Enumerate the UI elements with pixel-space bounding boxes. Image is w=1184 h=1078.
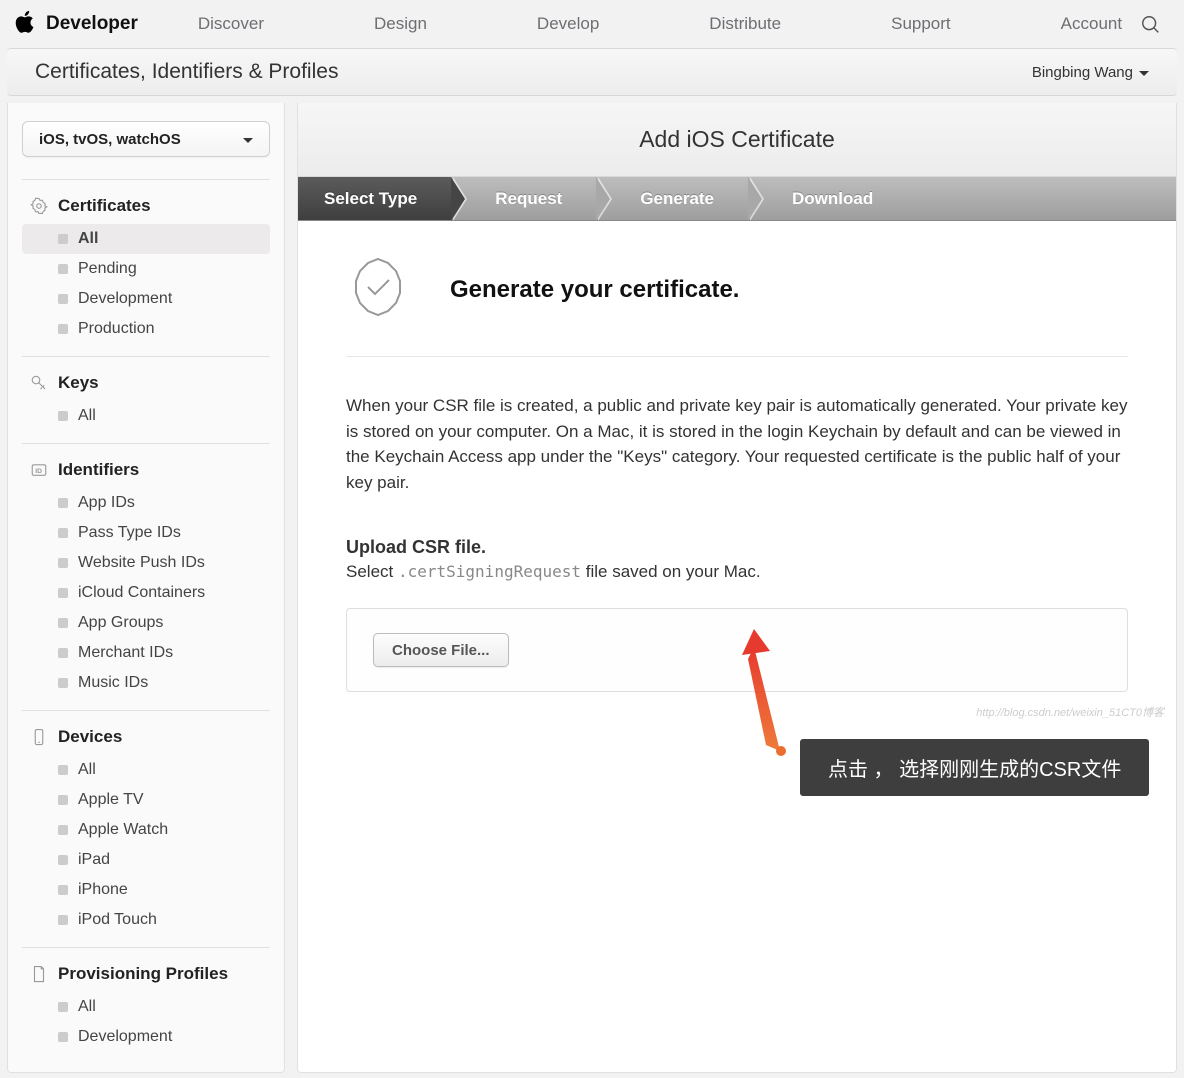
- sidebar-item-ipod-touch[interactable]: iPod Touch: [22, 905, 270, 935]
- sidebar-item-cert-development[interactable]: Development: [22, 284, 270, 314]
- apple-logo-icon: [8, 9, 46, 40]
- section-certificates: Certificates All Pending Development Pro…: [22, 179, 270, 344]
- watermark-text: http://blog.csdn.net/weixin_51CT0博客: [976, 704, 1164, 720]
- step-request[interactable]: Request: [451, 177, 596, 220]
- step-download[interactable]: Download: [748, 177, 907, 220]
- platform-select[interactable]: iOS, tvOS, watchOS: [22, 121, 270, 157]
- nav-design[interactable]: Design: [374, 14, 427, 34]
- section-head-devices: Devices: [22, 723, 270, 751]
- sidebar-item-cert-pending[interactable]: Pending: [22, 254, 270, 284]
- main-title: Add iOS Certificate: [639, 126, 835, 153]
- sidebar-item-app-groups[interactable]: App Groups: [22, 608, 270, 638]
- wizard-steps: Select Type Request Generate Download: [298, 177, 1176, 221]
- sidebar-item-keys-all[interactable]: All: [22, 401, 270, 431]
- platform-label: iOS, tvOS, watchOS: [39, 131, 181, 148]
- key-icon: [30, 374, 48, 392]
- sidebar-item-iphone[interactable]: iPhone: [22, 875, 270, 905]
- sidebar-item-prov-development[interactable]: Development: [22, 1022, 270, 1052]
- upload-title: Upload CSR file.: [346, 537, 1128, 558]
- main-title-bar: Add iOS Certificate: [298, 103, 1176, 177]
- content-heading: Generate your certificate.: [450, 276, 739, 304]
- nav-discover[interactable]: Discover: [198, 14, 264, 34]
- nav-account[interactable]: Account: [1061, 14, 1122, 34]
- subheader: Certificates, Identifiers & Profiles Bin…: [7, 48, 1177, 96]
- section-head-identifiers: ID Identifiers: [22, 456, 270, 484]
- sidebar-item-apple-tv[interactable]: Apple TV: [22, 785, 270, 815]
- id-icon: ID: [30, 461, 48, 479]
- chevron-down-icon: [1139, 64, 1149, 81]
- profile-icon: [30, 965, 48, 983]
- nav-develop[interactable]: Develop: [537, 14, 599, 34]
- main-panel: Add iOS Certificate Select Type Request …: [297, 103, 1177, 1073]
- user-name: Bingbing Wang: [1032, 64, 1133, 81]
- section-keys: Keys All: [22, 356, 270, 431]
- gear-icon: [30, 197, 48, 215]
- page-title: Certificates, Identifiers & Profiles: [35, 60, 338, 84]
- section-head-certificates: Certificates: [22, 192, 270, 220]
- section-identifiers: ID Identifiers App IDs Pass Type IDs Web…: [22, 443, 270, 698]
- sidebar-item-ipad[interactable]: iPad: [22, 845, 270, 875]
- svg-text:ID: ID: [35, 468, 42, 475]
- brand-label: Developer: [46, 13, 138, 35]
- section-provisioning: Provisioning Profiles All Development: [22, 947, 270, 1052]
- top-nav: Developer Discover Design Develop Distri…: [0, 0, 1184, 48]
- section-devices: Devices All Apple TV Apple Watch iPad iP…: [22, 710, 270, 935]
- sidebar-item-cert-all[interactable]: All: [22, 224, 270, 254]
- callout-dot-icon: [776, 746, 786, 756]
- sidebar-item-website-push-ids[interactable]: Website Push IDs: [22, 548, 270, 578]
- sidebar-item-icloud-containers[interactable]: iCloud Containers: [22, 578, 270, 608]
- section-head-keys: Keys: [22, 369, 270, 397]
- sidebar-item-cert-production[interactable]: Production: [22, 314, 270, 344]
- sidebar-item-music-ids[interactable]: Music IDs: [22, 668, 270, 698]
- device-icon: [30, 728, 48, 746]
- upload-description: Select .certSigningRequest file saved on…: [346, 562, 1128, 582]
- annotation-callout: 点击 ， 选择刚刚生成的CSR文件: [800, 739, 1149, 796]
- certificate-badge-icon: [346, 255, 410, 324]
- sidebar-item-pass-type-ids[interactable]: Pass Type IDs: [22, 518, 270, 548]
- nav-support[interactable]: Support: [891, 14, 951, 34]
- section-head-provisioning: Provisioning Profiles: [22, 960, 270, 988]
- sidebar-item-app-ids[interactable]: App IDs: [22, 488, 270, 518]
- sidebar-item-apple-watch[interactable]: Apple Watch: [22, 815, 270, 845]
- step-generate[interactable]: Generate: [596, 177, 748, 220]
- content-description: When your CSR file is created, a public …: [346, 393, 1128, 495]
- user-menu[interactable]: Bingbing Wang: [1032, 64, 1149, 81]
- step-select-type[interactable]: Select Type: [298, 177, 451, 220]
- choose-file-button[interactable]: Choose File...: [373, 633, 509, 667]
- content-area: Generate your certificate. When your CSR…: [298, 221, 1176, 726]
- upload-box: Choose File...: [346, 608, 1128, 692]
- nav-distribute[interactable]: Distribute: [709, 14, 781, 34]
- sidebar-item-prov-all[interactable]: All: [22, 992, 270, 1022]
- sidebar-item-merchant-ids[interactable]: Merchant IDs: [22, 638, 270, 668]
- caret-down-icon: [243, 131, 253, 148]
- sidebar-item-devices-all[interactable]: All: [22, 755, 270, 785]
- sidebar: iOS, tvOS, watchOS Certificates All Pend…: [7, 103, 285, 1073]
